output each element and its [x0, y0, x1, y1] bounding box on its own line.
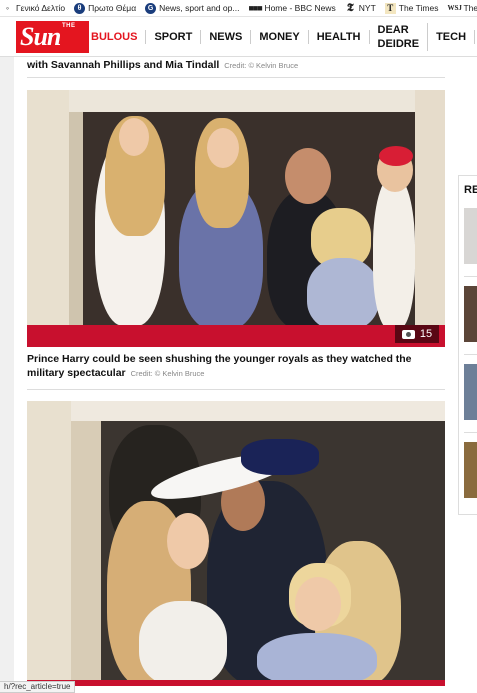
main-nav: BULOUS SPORT NEWS MONEY HEALTH DEAR DEID… — [91, 21, 477, 53]
bookmark-label: The Times — [398, 3, 439, 13]
bookmark-label: The W — [463, 3, 477, 13]
times-icon: T — [384, 2, 396, 14]
divider — [464, 276, 477, 277]
sidebar-title: RE — [464, 184, 477, 196]
bookmark-item[interactable]: T The Times — [384, 2, 439, 14]
nav-item-money[interactable]: MONEY — [251, 30, 309, 44]
bookmark-item[interactable]: WSJ The W — [447, 3, 477, 14]
status-bar-url: h/?rec_article=true — [0, 681, 76, 693]
caption-text: with Savannah Phillips and Mia Tindall — [27, 59, 220, 71]
bookmark-generic-icon: ◦ — [5, 2, 10, 13]
related-thumb[interactable] — [464, 208, 477, 264]
photo-caption: Prince Harry could be seen shushing the … — [27, 352, 445, 381]
divider — [464, 432, 477, 433]
bookmark-label: Πρωτο Θέμα — [88, 3, 137, 13]
bbc-blocks-icon: ■■■ — [248, 2, 262, 13]
bookmark-item[interactable]: ■■■ Home - BBC News — [248, 3, 335, 14]
logo-wordmark: Sun — [20, 22, 61, 51]
site-header: Sun THE BULOUS SPORT NEWS MONEY HEALTH D… — [0, 17, 477, 57]
proto-thema-icon: θ — [74, 2, 86, 14]
nav-item-news[interactable]: NEWS — [201, 30, 252, 44]
caption-credit: Credit: © Kelvin Bruce — [224, 61, 299, 70]
nav-item-health[interactable]: HEALTH — [309, 30, 370, 44]
gallery-count: 15 — [419, 328, 433, 340]
divider — [27, 389, 445, 390]
divider — [27, 77, 445, 78]
related-sidebar: RE — [458, 175, 477, 515]
related-thumb[interactable] — [464, 286, 477, 342]
related-thumb[interactable] — [464, 442, 477, 498]
bookmark-label: NYT — [358, 3, 376, 13]
camera-icon — [401, 329, 415, 339]
bookmark-label: Γενικό Δελτίο — [16, 3, 66, 13]
nav-item-dear-deidre[interactable]: DEAR DEIDRE — [370, 23, 429, 51]
related-thumb[interactable] — [464, 364, 477, 420]
photo-caption: with Savannah Phillips and Mia Tindall C… — [27, 57, 445, 78]
caption-credit: Credit: © Kelvin Bruce — [130, 369, 205, 378]
sun-logo[interactable]: Sun THE — [16, 21, 89, 53]
nav-item-sport[interactable]: SPORT — [146, 30, 202, 44]
gallery-count-badge[interactable]: 15 — [395, 325, 439, 343]
logo-the: THE — [62, 23, 76, 29]
caption-text: Prince Harry could be seen shushing the … — [27, 353, 412, 379]
bookmarks-bar: ◦ Γενικό Δελτίο θ Πρωτο Θέμα G News, spo… — [0, 0, 477, 17]
divider — [464, 354, 477, 355]
nav-item-fabulous[interactable]: BULOUS — [91, 30, 147, 44]
wsj-icon: WSJ — [447, 3, 462, 12]
page-gutter — [0, 57, 14, 693]
bookmark-item[interactable]: G News, sport and op... — [145, 2, 240, 14]
bookmark-item[interactable]: θ Πρωτο Θέμα — [74, 2, 137, 14]
nyt-icon: 𝕿 — [346, 1, 354, 14]
nav-item-tech[interactable]: TECH — [428, 30, 476, 44]
bookmark-item[interactable]: ◦ Γενικό Δελτίο — [2, 3, 65, 14]
bookmark-item[interactable]: 𝕿 NYT — [345, 1, 376, 14]
bookmark-label: Home - BBC News — [264, 3, 336, 13]
bbc-circle-icon: G — [145, 2, 157, 14]
bookmark-label: News, sport and op... — [159, 3, 240, 13]
article-photo[interactable]: 15 — [27, 90, 445, 347]
article-photo[interactable] — [27, 401, 445, 686]
status-text: h/?rec_article=true — [4, 682, 71, 691]
